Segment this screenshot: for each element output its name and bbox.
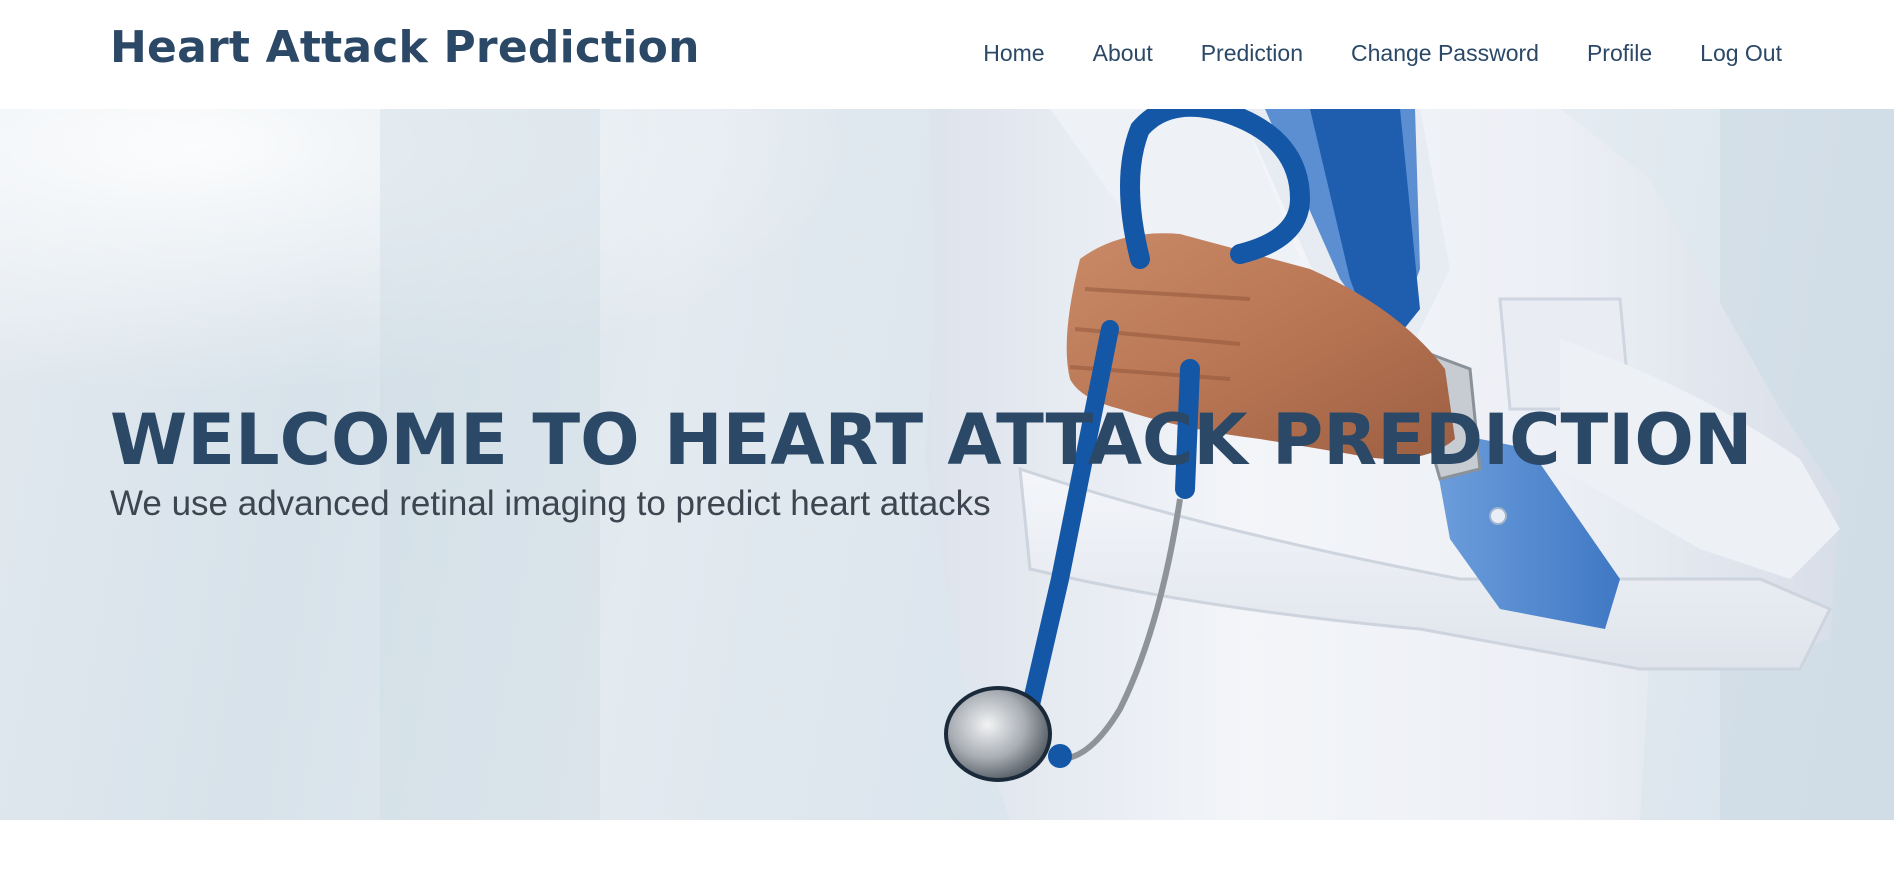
nav-link-about[interactable]: About [1093,40,1153,66]
nav-item-log-out: Log Out [1700,40,1782,67]
nav-item-profile: Profile [1587,40,1652,67]
page-bottom-space [0,820,1894,874]
nav-item-prediction: Prediction [1201,40,1303,67]
nav-item-about: About [1093,40,1153,67]
main-nav: Home About Prediction Change Password Pr… [983,40,1782,67]
hero-banner: WELCOME TO HEART ATTACK PREDICTION We us… [0,109,1894,820]
nav-link-change-password[interactable]: Change Password [1351,40,1539,66]
nav-link-home[interactable]: Home [983,40,1044,66]
site-brand[interactable]: Heart Attack Prediction [110,22,700,73]
nav-item-home: Home [983,40,1044,67]
hero-subtitle: We use advanced retinal imaging to predi… [110,484,991,523]
nav-link-profile[interactable]: Profile [1587,40,1652,66]
nav-link-prediction[interactable]: Prediction [1201,40,1303,66]
nav-item-change-password: Change Password [1351,40,1539,67]
hero-title: WELCOME TO HEART ATTACK PREDICTION [110,399,1753,481]
site-header: Heart Attack Prediction Home About Predi… [0,0,1894,109]
nav-link-log-out[interactable]: Log Out [1700,40,1782,66]
